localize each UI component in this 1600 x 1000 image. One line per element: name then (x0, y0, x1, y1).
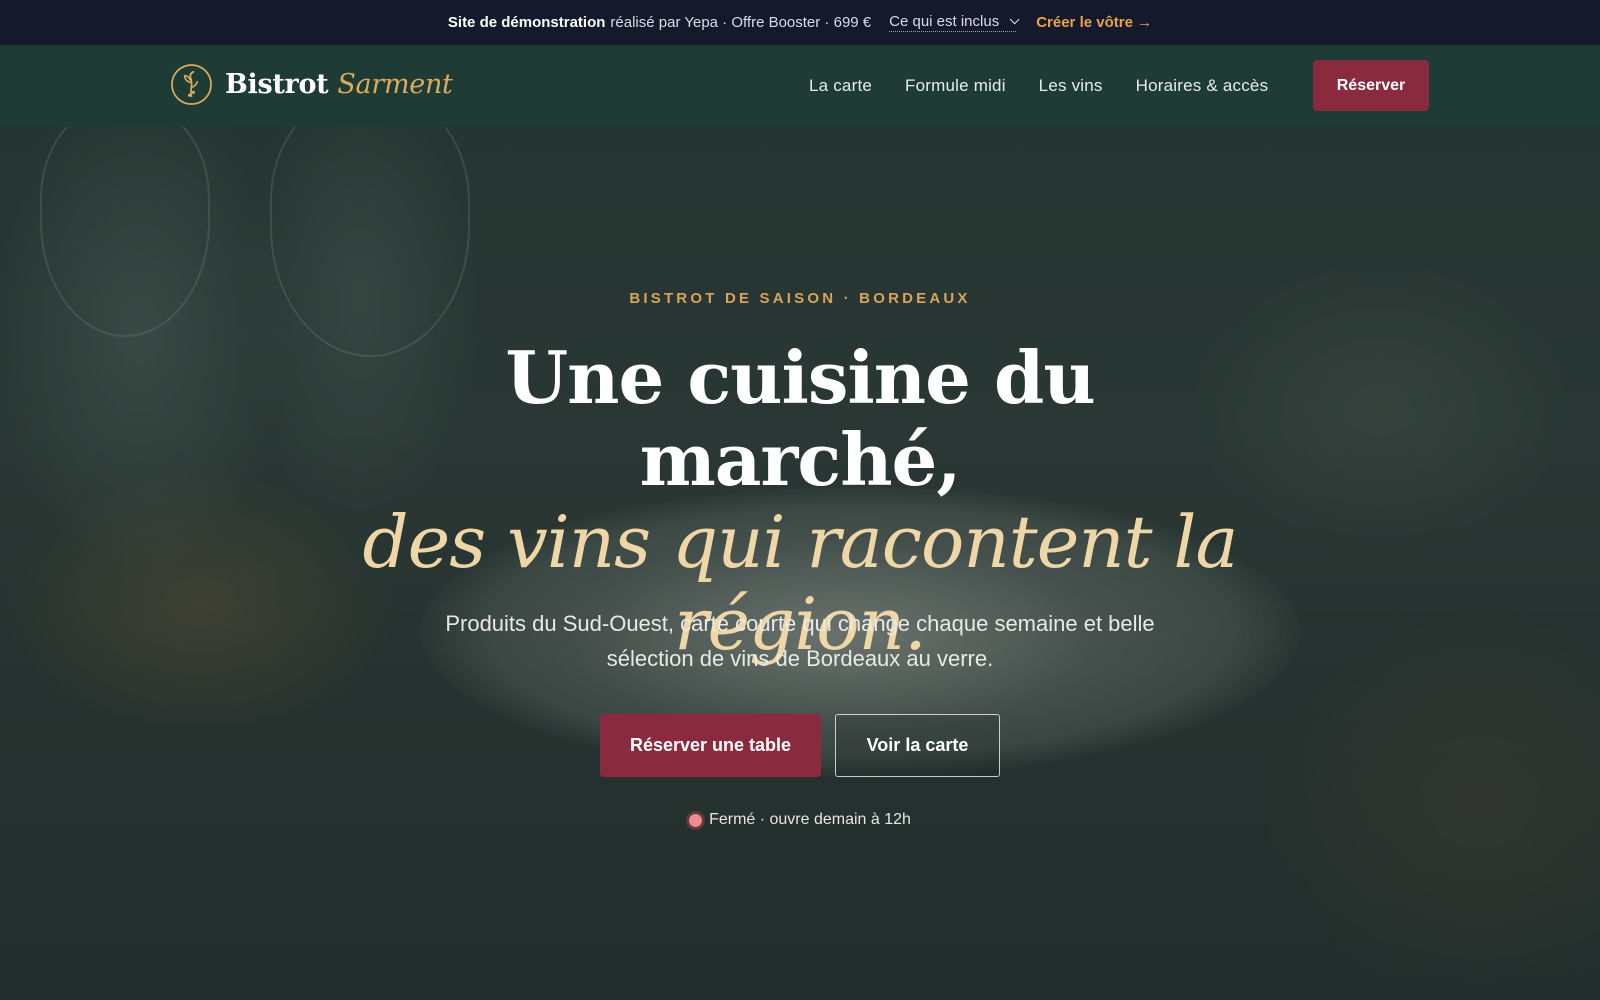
hero-section: BISTROT DE SAISON · BORDEAUX Une cuisine… (0, 127, 1600, 1000)
view-menu-button[interactable]: Voir la carte (835, 714, 1000, 777)
chevron-down-icon (1009, 14, 1020, 25)
nav-link-carte[interactable]: La carte (809, 76, 872, 96)
hero-kicker: BISTROT DE SAISON · BORDEAUX (629, 290, 971, 307)
status-dot-icon (689, 813, 703, 827)
main-navbar: Bistrot Sarment La carte Formule midi Les… (0, 45, 1600, 127)
vine-sprig-icon (171, 64, 212, 105)
nav-link-horaires[interactable]: Horaires & accès (1136, 76, 1269, 96)
nav-link-vins[interactable]: Les vins (1039, 76, 1103, 96)
opening-status: Fermé · ouvre demain à 12h (0, 811, 1600, 829)
opening-status-text: Fermé · ouvre demain à 12h (709, 811, 911, 828)
demo-banner: Site de démonstration réalisé par Yepa ·… (0, 0, 1600, 45)
nav-link-formule-midi[interactable]: Formule midi (905, 76, 1006, 96)
demo-banner-detail: réalisé par Yepa · Offre Booster · 699 € (610, 14, 872, 31)
brand-name: Bistrot Sarment (225, 69, 453, 100)
create-yours-link[interactable]: Créer le vôtre → (1036, 14, 1152, 31)
demo-banner-text: Site de démonstration réalisé par Yepa ·… (448, 14, 871, 31)
primary-nav: La carte Formule midi Les vins Horaires … (809, 45, 1268, 127)
brand-name-main: Bistrot (225, 69, 329, 100)
demo-banner-bold: Site de démonstration (447, 14, 606, 31)
included-label: Ce qui est inclus (889, 13, 1000, 30)
hero-subtitle: Produits du Sud-Ouest, carte courte qui … (445, 611, 1155, 671)
reserve-button[interactable]: Réserver (1313, 60, 1429, 111)
included-dropdown[interactable]: Ce qui est inclus (889, 13, 1020, 32)
hero-headline-line1: Une cuisine du marché, (505, 335, 1095, 502)
brand-name-accent: Sarment (337, 69, 453, 100)
hero-cta-row: Réserver une table Voir la carte (600, 714, 1000, 777)
book-table-button[interactable]: Réserver une table (600, 714, 821, 777)
brand-logo[interactable]: Bistrot Sarment (170, 63, 453, 106)
